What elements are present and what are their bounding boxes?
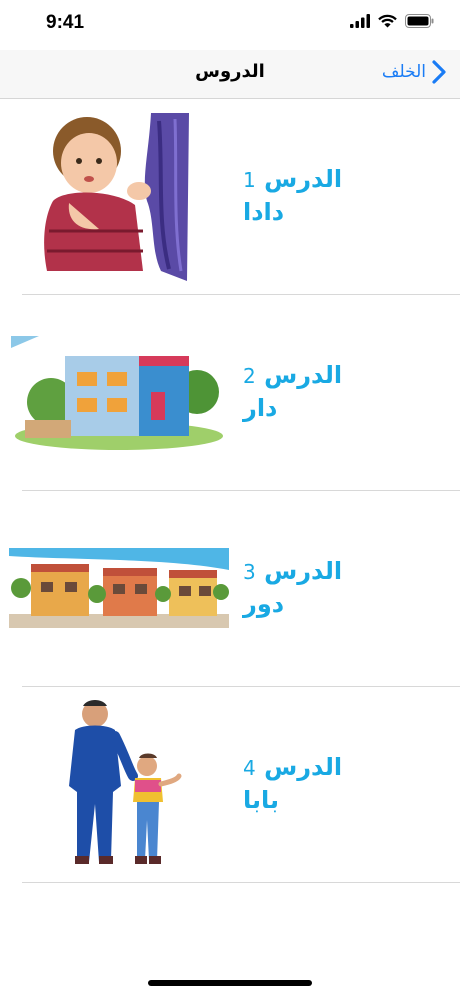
back-button[interactable]: الخلف: [382, 60, 446, 84]
lesson-label-1: الدرس: [264, 165, 343, 193]
lesson-text-2: 2 الدرس دار: [243, 359, 443, 424]
father-and-son-illustration: [69, 700, 182, 864]
navigation-bar: الدروس الخلف: [0, 50, 460, 99]
status-icons: [350, 14, 434, 28]
lesson-word-4: بابا: [243, 786, 280, 814]
lesson-thumbnail-4: [8, 695, 230, 873]
status-bar: 9:41: [0, 0, 460, 50]
lesson-word-1: دادا: [243, 198, 285, 226]
lesson-word-2: دار: [243, 394, 278, 422]
lesson-thumbnail-3: [8, 499, 230, 677]
lesson-heading-3: 3 الدرس: [243, 555, 443, 588]
lesson-thumbnail-2: [8, 303, 230, 481]
lesson-thumbnail-1: [8, 107, 230, 285]
lesson-row-4[interactable]: 4 الدرس بابا: [0, 687, 460, 883]
lesson-row-3[interactable]: 3 الدرس دور: [0, 491, 460, 687]
lesson-row-2[interactable]: 2 الدرس دار: [0, 295, 460, 491]
lesson-heading-4: 4 الدرس: [243, 751, 443, 784]
lesson-list: 1 الدرس دادا 2 الدرس دار 3 الدرس دور 4 ا…: [0, 99, 460, 883]
status-time: 9:41: [46, 12, 85, 33]
lesson-number-2: 2: [243, 364, 256, 388]
row-of-houses-illustration: [9, 548, 229, 628]
chevron-right-icon: [432, 60, 446, 84]
lesson-number-3: 3: [243, 560, 256, 584]
lesson-text-3: 3 الدرس دور: [243, 555, 443, 620]
lesson-label-3: الدرس: [264, 557, 343, 585]
signal-icon: [350, 14, 370, 28]
lesson-label-2: الدرس: [264, 361, 343, 389]
lesson-text-1: 1 الدرس دادا: [243, 163, 443, 228]
house-illustration: [11, 336, 223, 450]
back-button-label: الخلف: [381, 62, 426, 82]
lesson-number-1: 1: [243, 168, 256, 192]
lesson-heading-1: 1 الدرس: [243, 163, 443, 196]
lesson-text-4: 4 الدرس بابا: [243, 751, 443, 816]
lesson-number-4: 4: [243, 756, 256, 780]
lesson-label-4: الدرس: [264, 753, 343, 781]
lesson-heading-2: 2 الدرس: [243, 359, 443, 392]
home-indicator[interactable]: [148, 980, 312, 986]
lesson-row-1[interactable]: 1 الدرس دادا: [0, 99, 460, 295]
girl-at-curtain-illustration: [44, 113, 189, 281]
battery-icon: [405, 14, 434, 28]
lesson-word-3: دور: [243, 590, 285, 618]
wifi-icon: [378, 14, 397, 28]
row-divider: [22, 882, 460, 883]
